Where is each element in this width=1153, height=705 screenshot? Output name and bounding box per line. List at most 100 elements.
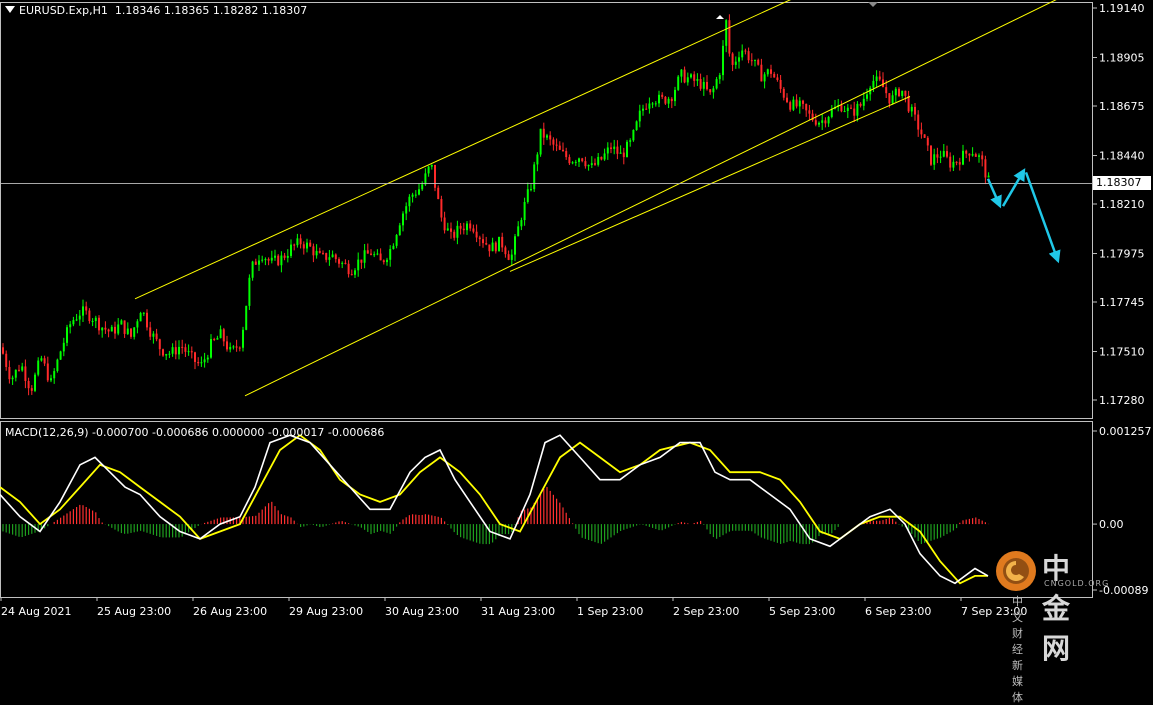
candle-body (773, 73, 776, 78)
candle-body (226, 341, 228, 350)
time-axis-label: 30 Aug 23:00 (385, 605, 459, 618)
candle-body (494, 242, 497, 252)
macd-signal-line (0, 434, 988, 585)
candle-body (744, 50, 747, 52)
candle-body (168, 353, 171, 355)
candle-body (440, 199, 443, 218)
candle-body (130, 328, 132, 337)
candle-body (949, 156, 952, 168)
candle-body (517, 226, 520, 237)
candle-body (427, 166, 430, 174)
candle-body (283, 255, 286, 258)
candle-body (542, 128, 545, 138)
candle-body (974, 154, 977, 157)
candle-body (357, 259, 360, 271)
candle-body (805, 103, 808, 111)
candle-body (917, 114, 920, 130)
candle-body (763, 74, 766, 82)
candle-body (251, 261, 254, 278)
candle-body (91, 320, 94, 322)
price-panel-frame (0, 2, 1093, 419)
candle-body (472, 228, 475, 232)
candle-body (981, 155, 984, 160)
candle-body (258, 260, 260, 265)
candle-body (939, 156, 942, 158)
candle-body (78, 315, 81, 320)
candle-body (923, 134, 926, 138)
candle-body (795, 99, 798, 107)
candle-body (459, 225, 462, 229)
macd-axis-label: 0.00 (1099, 518, 1124, 531)
scroll-marker-icon[interactable] (868, 2, 878, 7)
candle-body (248, 277, 251, 306)
candle-body (971, 154, 974, 156)
candle-body (354, 270, 356, 275)
candle-body (75, 319, 78, 321)
candle-body (798, 100, 801, 107)
projection-arrow (1024, 171, 1061, 264)
candle-body (827, 116, 830, 124)
candle-body (446, 228, 449, 231)
candle-body (328, 257, 331, 260)
candle-body (296, 238, 299, 246)
collapse-triangle-icon[interactable] (5, 6, 15, 13)
candle-body (565, 151, 568, 158)
price-axis-label: 1.18905 (1099, 52, 1145, 65)
candle-body (338, 259, 340, 264)
candle-body (66, 327, 68, 343)
candle-body (117, 324, 120, 334)
candle-body (344, 262, 347, 264)
time-axis-label: 6 Sep 23:00 (865, 605, 931, 618)
candle-body (120, 320, 123, 325)
channel-line-upper (134, 0, 792, 300)
macd-main-line (0, 434, 989, 585)
candle-body (277, 255, 280, 266)
candle-body (546, 135, 548, 138)
candle-body (299, 238, 302, 245)
candle-body (21, 366, 24, 371)
candle-body (878, 76, 881, 80)
candle-body (219, 329, 222, 339)
candle-body (254, 261, 257, 265)
candle-body (203, 359, 206, 363)
candle-body (347, 263, 350, 275)
candle-body (779, 79, 782, 89)
candle-body (136, 321, 139, 328)
candle-body (853, 108, 856, 116)
candle-body (523, 201, 526, 221)
candle-body (770, 69, 772, 74)
candle-body (389, 249, 392, 260)
candle-body (142, 312, 145, 314)
candle-body (718, 75, 721, 80)
candle-body (680, 69, 683, 77)
candle-body (98, 317, 100, 331)
candle-body (430, 164, 433, 167)
candle-body (325, 253, 328, 260)
candle-body (904, 90, 907, 96)
candle-body (914, 106, 916, 115)
time-axis-label: 29 Aug 23:00 (289, 605, 363, 618)
candle-body (162, 349, 164, 356)
symbol-label: EURUSD.Exp,H1 (19, 4, 108, 17)
candle-body (62, 342, 65, 352)
candle-body (280, 255, 283, 266)
candle-body (942, 151, 945, 157)
candle-body (626, 141, 628, 158)
candle-body (872, 80, 875, 88)
price-chart[interactable]: 1.19140 1.18905 1.18675 1.18440 1.18210 1.179… (0, 0, 1153, 620)
candle-body (104, 327, 107, 330)
candle-body (581, 158, 584, 162)
candle-body (600, 156, 603, 160)
candle-body (309, 242, 312, 247)
candle-body (539, 128, 542, 155)
time-axis-label: 24 Aug 2021 (1, 605, 71, 618)
candle-body (683, 69, 686, 83)
candle-body (437, 187, 440, 200)
candle-body (520, 220, 523, 227)
candle-body (814, 120, 817, 125)
time-axis-label: 5 Sep 23:00 (769, 605, 835, 618)
candle-body (341, 262, 344, 264)
candle-body (658, 94, 660, 104)
candle-body (114, 326, 116, 334)
candle-body (238, 347, 241, 349)
